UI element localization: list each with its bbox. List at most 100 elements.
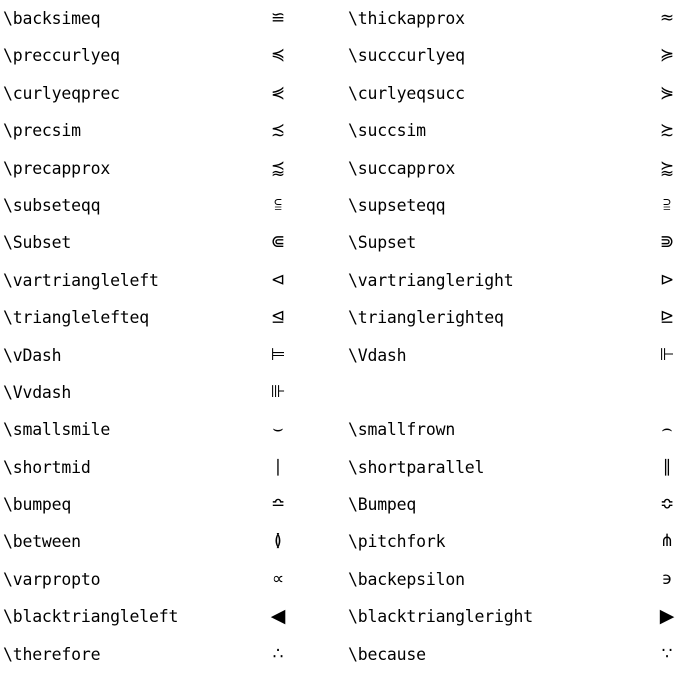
table-row: \smallsmile ⌣ \smallfrown ⌢ <box>0 411 685 448</box>
latex-command-label: \preccurlyeq <box>3 46 120 66</box>
math-symbol-glyph: ⫅ <box>274 194 282 215</box>
symbol-entry-left: \trianglelefteq ⊴ <box>3 299 342 336</box>
table-row: \Vvdash ⊪ <box>0 374 685 411</box>
latex-command-label: \backsimeq <box>3 9 101 28</box>
math-symbol-glyph: ⋔ <box>659 531 675 552</box>
math-symbol-glyph: ⋟ <box>659 82 675 103</box>
symbol-entry-right: \curlyeqsucc ⋟ <box>348 75 685 112</box>
symbol-entry-left: \vartriangleleft ⊲ <box>3 262 342 299</box>
math-symbol-glyph: ∝ <box>271 568 285 589</box>
table-row: \preccurlyeq ≼ \succcurlyeq ≽ <box>0 37 685 74</box>
math-symbol-glyph: ⌣ <box>272 419 284 440</box>
math-symbol-glyph: ≽ <box>659 45 675 66</box>
latex-command-label: \Bumpeq <box>348 495 417 515</box>
latex-command-label: \smallfrown <box>348 420 456 440</box>
latex-command-label: \trianglelefteq <box>3 308 150 328</box>
table-row: \vartriangleleft ⊲ \vartriangleright ⊳ <box>0 262 685 299</box>
math-symbol-glyph: ⋐ <box>270 232 286 253</box>
math-symbol-glyph: ⋞ <box>270 82 286 103</box>
symbol-entry-left: \precapprox ⪷ <box>3 150 342 187</box>
math-symbol-glyph: ⫆ <box>663 194 671 215</box>
math-symbol-glyph: ▶ <box>659 605 675 628</box>
symbol-entry-left: \subseteqq ⫅ <box>3 187 342 224</box>
latex-command-label: \Supset <box>348 233 417 253</box>
math-symbol-glyph: ≼ <box>270 45 286 66</box>
latex-command-label: \supseteqq <box>348 195 446 215</box>
math-symbol-glyph: ⪸ <box>659 157 675 178</box>
latex-command-label: \trianglerighteq <box>348 308 504 328</box>
table-row: \trianglelefteq ⊴ \trianglerighteq ⊵ <box>0 299 685 336</box>
latex-command-label: \succapprox <box>348 158 456 178</box>
table-row: \curlyeqprec ⋞ \curlyeqsucc ⋟ <box>0 75 685 112</box>
symbol-entry-right: \backepsilon ϶ <box>348 561 685 598</box>
table-row: \precsim ≾ \succsim ≿ <box>0 112 685 149</box>
latex-symbol-table: \backsimeq ≌ \thickapprox ≈ \preccurlyeq… <box>0 0 685 664</box>
symbol-entry-left: \varpropto ∝ <box>3 561 342 598</box>
latex-command-label: \Vvdash <box>3 382 72 402</box>
math-symbol-glyph: ≎ <box>659 494 675 515</box>
table-row: \Subset ⋐ \Supset ⋑ <box>0 224 685 261</box>
symbol-entry-right: \shortparallel ∥ <box>348 449 685 486</box>
math-symbol-glyph: ≈ <box>659 8 675 28</box>
symbol-entry-right: \smallfrown ⌢ <box>348 411 685 448</box>
latex-command-label: \precapprox <box>3 158 111 178</box>
math-symbol-glyph: ⪷ <box>270 157 286 178</box>
math-symbol-glyph: ∥ <box>662 456 672 477</box>
math-symbol-glyph: ⊲ <box>270 269 286 290</box>
symbol-entry-left: \Subset ⋐ <box>3 224 342 261</box>
latex-command-label: \precsim <box>3 121 81 141</box>
latex-command-label: \subseteqq <box>3 195 101 215</box>
math-symbol-glyph: ⊴ <box>270 307 286 328</box>
table-row: \precapprox ⪷ \succapprox ⪸ <box>0 150 685 187</box>
math-symbol-glyph: ⊩ <box>659 344 675 365</box>
symbol-entry-right: \succapprox ⪸ <box>348 150 685 187</box>
latex-command-label: \because <box>348 644 426 664</box>
symbol-entry-left: \between ≬ <box>3 523 342 560</box>
latex-command-label: \curlyeqprec <box>3 83 120 103</box>
latex-command-label: \curlyeqsucc <box>348 83 465 103</box>
symbol-entry-right: \succsim ≿ <box>348 112 685 149</box>
latex-command-label: \vartriangleleft <box>3 270 159 290</box>
math-symbol-glyph: ⊨ <box>270 344 286 365</box>
math-symbol-glyph: ∴ <box>272 643 284 664</box>
latex-command-label: \Vdash <box>348 345 407 365</box>
symbol-entry-left: \preccurlyeq ≼ <box>3 37 342 74</box>
math-symbol-glyph: ≿ <box>659 120 675 141</box>
latex-command-label: \bumpeq <box>3 495 72 515</box>
table-row: \blacktriangleleft ◀ \blacktriangleright… <box>0 598 685 635</box>
symbol-entry-left: \backsimeq ≌ <box>3 0 342 37</box>
symbol-entry-right-empty <box>348 374 685 411</box>
latex-command-label: \blacktriangleleft <box>3 607 179 627</box>
symbol-entry-right: \supseteqq ⫆ <box>348 187 685 224</box>
latex-command-label: \shortparallel <box>348 457 485 477</box>
symbol-entry-left: \vDash ⊨ <box>3 337 342 374</box>
latex-command-label: \thickapprox <box>348 9 465 28</box>
latex-command-label: \vDash <box>3 345 62 365</box>
latex-command-label: \Subset <box>3 233 72 253</box>
symbol-entry-right: \blacktriangleright ▶ <box>348 598 685 635</box>
symbol-entry-right: \Supset ⋑ <box>348 224 685 261</box>
table-row: \subseteqq ⫅ \supseteqq ⫆ <box>0 187 685 224</box>
table-row: \vDash ⊨ \Vdash ⊩ <box>0 337 685 374</box>
math-symbol-glyph: ⊪ <box>270 381 286 402</box>
latex-command-label: \succcurlyeq <box>348 46 465 66</box>
latex-command-label: \pitchfork <box>348 532 446 552</box>
math-symbol-glyph: ◀ <box>270 605 286 628</box>
latex-command-label: \smallsmile <box>3 420 111 440</box>
latex-command-label: \vartriangleright <box>348 270 514 290</box>
table-row: \therefore ∴ \because ∵ <box>0 636 685 673</box>
table-row: \backsimeq ≌ \thickapprox ≈ <box>0 0 685 37</box>
math-symbol-glyph: ⊵ <box>659 307 675 328</box>
symbol-entry-left: \therefore ∴ <box>3 636 342 673</box>
latex-command-label: \blacktriangleright <box>348 607 533 627</box>
symbol-entry-right: \Bumpeq ≎ <box>348 486 685 523</box>
symbol-entry-left: \precsim ≾ <box>3 112 342 149</box>
math-symbol-glyph: ⌢ <box>661 419 673 440</box>
latex-command-label: \varpropto <box>3 569 101 589</box>
symbol-entry-right: \Vdash ⊩ <box>348 337 685 374</box>
latex-command-label: \between <box>3 532 81 552</box>
symbol-entry-left: \bumpeq ≏ <box>3 486 342 523</box>
table-row: \varpropto ∝ \backepsilon ϶ <box>0 561 685 598</box>
symbol-entry-right: \vartriangleright ⊳ <box>348 262 685 299</box>
math-symbol-glyph: ≬ <box>274 531 282 552</box>
